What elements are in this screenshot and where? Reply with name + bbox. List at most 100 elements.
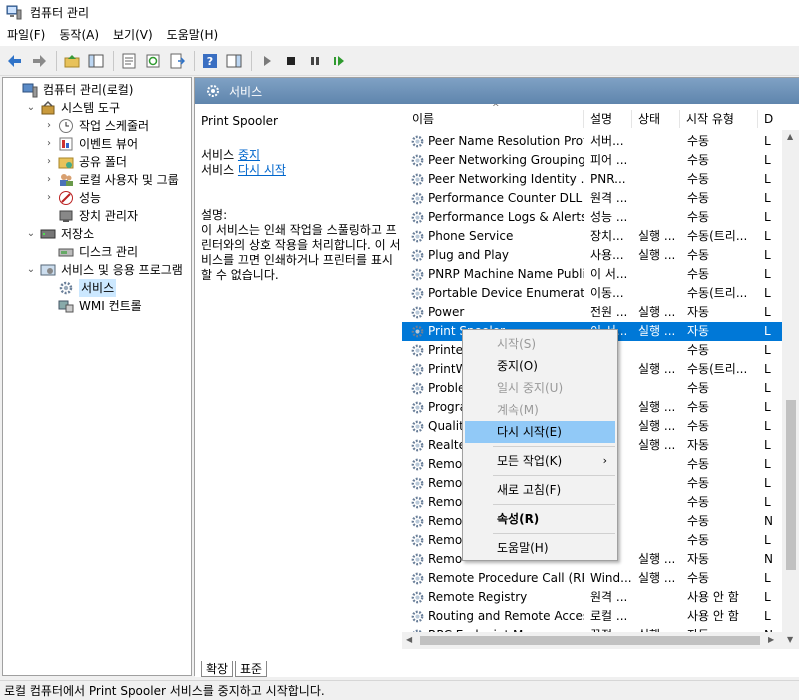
list-header: ^ 이름 설명 상태 시작 유형 D	[402, 104, 799, 130]
tree-item[interactable]: › 로컬 사용자 및 그룹	[43, 171, 179, 189]
service-gear-icon	[410, 609, 425, 624]
cell-logon: L	[764, 438, 771, 452]
stop-service-icon[interactable]	[280, 50, 302, 72]
cell-logon: L	[764, 191, 771, 205]
cell-name: Plug and Play	[428, 248, 510, 262]
tree-item[interactable]: 디스크 관리	[43, 243, 138, 261]
scroll-left-icon[interactable]: ◀	[406, 635, 412, 644]
vertical-scroll-thumb[interactable]	[786, 400, 796, 570]
chevron-right-icon[interactable]: ›	[43, 189, 55, 207]
vertical-scrollbar[interactable]: ▲ ▼	[782, 130, 799, 649]
chevron-right-icon[interactable]: ›	[43, 171, 55, 189]
horizontal-scrollbar[interactable]: ◀ ▶	[402, 632, 782, 649]
table-row[interactable]: Performance Logs & Alerts 성능 ... 수동 L	[402, 208, 782, 227]
cell-startup: 수동	[687, 495, 710, 509]
horizontal-scroll-thumb[interactable]	[420, 636, 760, 645]
action-pane-icon[interactable]	[223, 50, 245, 72]
chevron-down-icon[interactable]: ⌄	[25, 225, 37, 243]
tree-item[interactable]: › 성능	[43, 189, 101, 207]
menu-view[interactable]: 보기(V)	[106, 25, 160, 45]
tree-item[interactable]: ⌄ 저장소	[25, 225, 94, 243]
cell-status	[638, 265, 684, 284]
cell-logon: L	[764, 305, 771, 319]
forward-icon[interactable]	[28, 50, 50, 72]
restart-service-icon[interactable]	[328, 50, 350, 72]
toolbar-divider	[194, 50, 195, 71]
chevron-down-icon[interactable]: ⌄	[25, 261, 37, 279]
context-menu-item[interactable]: 도움말(H)	[465, 537, 615, 559]
context-menu-item[interactable]: 속성(R)	[465, 508, 615, 530]
tree-item[interactable]: ⌄ 서비스 및 응용 프로그램	[25, 261, 183, 279]
column-header-name[interactable]: 이름	[406, 110, 584, 128]
context-menu: 시작(S) 중지(O) 일시 중지(U) 계속(M) 다시 시작(E) 모든 작업(K) ›…	[462, 329, 618, 561]
cell-startup: 수동	[687, 457, 710, 471]
chevron-right-icon[interactable]: ›	[43, 135, 55, 153]
restart-link[interactable]: 다시 시작	[238, 163, 286, 177]
chevron-down-icon[interactable]: ⌄	[25, 99, 37, 117]
tab-standard[interactable]: 표준	[235, 661, 268, 677]
column-header-status[interactable]: 상태	[632, 110, 680, 128]
properties-icon[interactable]	[118, 50, 140, 72]
table-row[interactable]: Remote Registry 원격 ... 사용 안 함 L	[402, 588, 782, 607]
scroll-right-icon[interactable]: ▶	[768, 635, 774, 644]
tree-item[interactable]: 서비스	[43, 279, 117, 297]
cell-status	[638, 474, 684, 493]
table-row[interactable]: Routing and Remote Access 로컬 ... 사용 안 함 L	[402, 607, 782, 626]
tab-extended[interactable]: 확장	[201, 661, 234, 677]
column-header-startup-type[interactable]: 시작 유형	[680, 110, 758, 128]
context-menu-item[interactable]: 다시 시작(E)	[465, 421, 615, 443]
console-tree: 컴퓨터 관리(로컬) ⌄ 시스템 도구 › 작업 스케줄러 › 이벤트 뷰어 › 공유 폴더 › 로…	[2, 77, 192, 676]
tree-item-label: 공유 폴더	[79, 155, 127, 169]
service-gear-icon	[410, 495, 425, 510]
table-row[interactable]: PNRP Machine Name Publi... 이 서... 수동 L	[402, 265, 782, 284]
table-row[interactable]: Portable Device Enumerato... 이동... 수동(트리..…	[402, 284, 782, 303]
refresh-icon[interactable]	[142, 50, 164, 72]
cell-startup: 수동	[687, 533, 710, 547]
tree-item-label: 저장소	[61, 227, 95, 241]
scroll-down-icon[interactable]: ▼	[787, 635, 793, 644]
cell-name: Performance Logs & Alerts	[428, 210, 584, 224]
cell-startup: 수동	[687, 571, 710, 585]
table-row[interactable]: Power 전원 ... 실행 ... 자동 L	[402, 303, 782, 322]
tree-item[interactable]: › 작업 스케줄러	[43, 117, 149, 135]
stop-link[interactable]: 중지	[238, 148, 260, 162]
export-list-icon[interactable]	[166, 50, 188, 72]
scroll-up-icon[interactable]: ▲	[787, 132, 793, 141]
chevron-right-icon[interactable]: ›	[43, 117, 55, 135]
menu-file[interactable]: 파일(F)	[0, 25, 52, 45]
context-menu-item[interactable]: 모든 작업(K) ›	[465, 450, 615, 472]
tree-item[interactable]: 컴퓨터 관리(로컬)	[7, 81, 133, 99]
tree-item[interactable]: › 이벤트 뷰어	[43, 135, 138, 153]
table-row[interactable]: Phone Service 장치... 실행 ... 수동(트리... L	[402, 227, 782, 246]
table-row[interactable]: Peer Networking Identity ... PNR... 수동 L	[402, 170, 782, 189]
context-menu-item[interactable]: 새로 고침(F)	[465, 479, 615, 501]
toolbar-divider	[56, 50, 57, 71]
context-menu-item[interactable]: 중지(O)	[465, 355, 615, 377]
column-header-logon[interactable]: D	[758, 110, 788, 128]
table-row[interactable]: Peer Name Resolution Prot... 서버... 수동 L	[402, 132, 782, 151]
chevron-right-icon[interactable]: ›	[43, 153, 55, 171]
show-hide-tree-icon[interactable]	[85, 50, 107, 72]
tree-item[interactable]: ⌄ 시스템 도구	[25, 99, 120, 117]
start-service-icon[interactable]	[256, 50, 278, 72]
menu-help[interactable]: 도움말(H)	[160, 25, 226, 45]
tree-item[interactable]: 장치 관리자	[43, 207, 138, 225]
cell-name: Peer Name Resolution Prot...	[428, 134, 584, 148]
up-folder-icon[interactable]	[61, 50, 83, 72]
pause-service-icon[interactable]	[304, 50, 326, 72]
cell-startup: 수동	[687, 419, 710, 433]
cell-startup: 수동	[687, 134, 710, 148]
table-row[interactable]: Peer Networking Grouping 피어 ... 수동 L	[402, 151, 782, 170]
back-icon[interactable]	[4, 50, 26, 72]
tree-item[interactable]: WMI 컨트롤	[43, 297, 142, 315]
tree-item[interactable]: › 공유 폴더	[43, 153, 127, 171]
table-row[interactable]: Plug and Play 사용... 실행 ... 수동 L	[402, 246, 782, 265]
service-gear-icon	[410, 457, 425, 472]
table-row[interactable]: Remote Procedure Call (RP... Wind... 실행 ..…	[402, 569, 782, 588]
column-header-description[interactable]: 설명	[584, 110, 632, 128]
cell-status	[638, 512, 684, 531]
menu-action[interactable]: 동작(A)	[52, 25, 106, 45]
help-icon[interactable]: ?	[199, 50, 221, 72]
table-row[interactable]: Performance Counter DLL ... 원격 ... 수동 L	[402, 189, 782, 208]
service-gear-icon	[410, 552, 425, 567]
